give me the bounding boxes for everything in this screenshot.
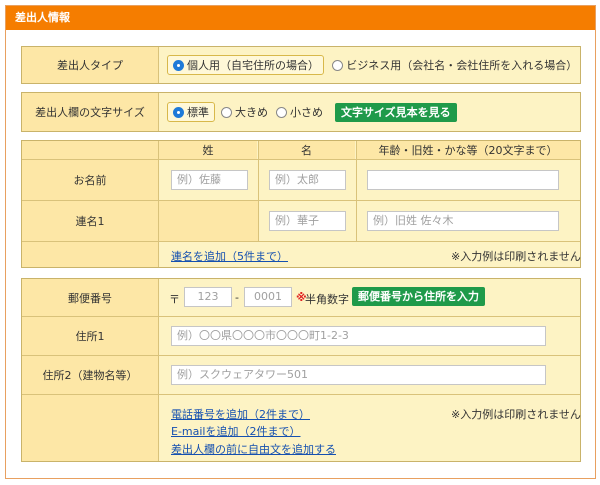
address2-label: 住所2（建物名等） <box>22 356 159 394</box>
postal-code-part2-input[interactable]: 0001 <box>244 287 292 307</box>
add-phone-link[interactable]: 電話番号を追加（2件まで） <box>171 406 310 422</box>
radio-small[interactable]: 小さめ <box>272 102 327 122</box>
sender-type-row: 差出人タイプ 個人用（自宅住所の場合） ビジネス用（会社名・会社住所を入れる場合… <box>21 46 581 84</box>
font-size-options: 標準 大きめ 小さめ 文字サイズ見本を見る <box>167 93 457 131</box>
postal-hint: 半角数字 <box>305 293 349 306</box>
divider <box>258 160 259 200</box>
divider <box>356 201 357 241</box>
postal-label: 郵便番号 <box>22 279 159 316</box>
postal-code-part1-input[interactable]: 123 <box>184 287 232 307</box>
sender-type-label: 差出人タイプ <box>22 47 159 83</box>
postal-mark-icon: 〒 <box>169 293 180 306</box>
divider <box>258 201 259 241</box>
radio-selected-icon <box>173 106 184 118</box>
radio-empty-icon <box>332 59 344 71</box>
address-footer-label <box>22 395 159 461</box>
example-note: ※入力例は印刷されません <box>451 250 581 263</box>
joint-first-name-input[interactable]: 例）華子 <box>269 211 346 231</box>
divider <box>356 141 357 159</box>
example-note: ※入力例は印刷されません <box>451 408 581 421</box>
panel-title: 差出人情報 <box>6 6 595 30</box>
address2-input[interactable]: 例）スクウェアタワー501 <box>171 365 546 385</box>
joint-last-empty <box>159 201 258 241</box>
name-extra-input[interactable] <box>367 170 559 190</box>
postal-lookup-button[interactable]: 郵便番号から住所を入力 <box>352 287 485 306</box>
names-table: 姓 名 年齢・旧姓・かな等（20文字まで） お名前 例）佐藤 例）太郎 連名1 … <box>21 140 581 268</box>
font-size-sample-button[interactable]: 文字サイズ見本を見る <box>335 102 457 122</box>
names-header-blank <box>22 141 159 159</box>
last-name-input[interactable]: 例）佐藤 <box>171 170 248 190</box>
first-name-input[interactable]: 例）太郎 <box>269 170 346 190</box>
divider <box>258 141 259 159</box>
sender-info-panel: 差出人情報 差出人タイプ 個人用（自宅住所の場合） ビジネス用（会社名・会社住所… <box>5 5 596 479</box>
radio-large[interactable]: 大きめ <box>217 102 272 122</box>
address-table: 郵便番号 〒 123 - 0001 ※ 半角数字 郵便番号から住所を入力 住所1… <box>21 278 581 462</box>
sender-type-options: 個人用（自宅住所の場合） ビジネス用（会社名・会社住所を入れる場合） <box>167 47 580 83</box>
radio-selected-icon <box>173 59 184 71</box>
joint-name-row-label: 連名1 <box>22 201 159 241</box>
col-header-extra: 年齢・旧姓・かな等（20文字まで） <box>356 141 580 159</box>
font-size-row: 差出人欄の文字サイズ 標準 大きめ 小さめ 文字サイズ見本を見る <box>21 92 581 132</box>
postal-dash: - <box>235 291 239 304</box>
font-size-label: 差出人欄の文字サイズ <box>22 93 159 131</box>
address1-label: 住所1 <box>22 317 159 355</box>
joint-extra-input[interactable]: 例）旧姓 佐々木 <box>367 211 559 231</box>
radio-business[interactable]: ビジネス用（会社名・会社住所を入れる場合） <box>328 55 580 75</box>
radio-empty-icon <box>276 106 287 118</box>
add-email-link[interactable]: E-mailを追加（2件まで） <box>171 423 301 439</box>
add-free-text-link[interactable]: 差出人欄の前に自由文を追加する <box>171 441 336 457</box>
radio-personal[interactable]: 個人用（自宅住所の場合） <box>167 55 325 75</box>
col-header-last: 姓 <box>159 141 257 159</box>
address1-input[interactable]: 例）〇〇県〇〇〇市〇〇〇町1-2-3 <box>171 326 546 346</box>
col-header-first: 名 <box>258 141 355 159</box>
radio-empty-icon <box>221 106 232 118</box>
name-row-label: お名前 <box>22 160 159 200</box>
add-joint-name-link[interactable]: 連名を追加（5件まで） <box>171 248 288 264</box>
names-footer-label <box>22 242 159 267</box>
radio-standard[interactable]: 標準 <box>167 102 215 122</box>
divider <box>356 160 357 200</box>
